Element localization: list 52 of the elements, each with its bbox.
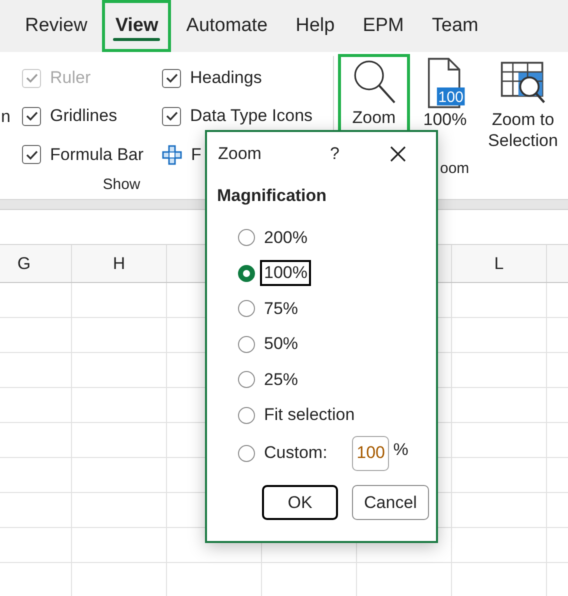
radio-button[interactable] (238, 264, 255, 282)
option-label[interactable]: 100% (260, 260, 312, 286)
ribbon-tab[interactable]: Automate (173, 0, 281, 52)
option-label[interactable]: 25% (260, 366, 302, 393)
ribbon-item-label: n (1, 106, 12, 126)
percent-sign: % (393, 440, 408, 460)
ribbon-tab[interactable]: Team (418, 0, 492, 52)
close-icon[interactable] (390, 146, 406, 162)
radio-button[interactable] (238, 336, 255, 353)
checkbox[interactable] (162, 106, 181, 126)
checkmark-icon (26, 111, 38, 122)
dialog-button[interactable]: Cancel (352, 485, 429, 520)
section-heading: Magnification (217, 186, 328, 206)
ribbon-tab[interactable]: View (102, 0, 172, 52)
checkmark-icon (166, 111, 178, 122)
checkbox[interactable] (22, 145, 41, 164)
radio-button[interactable] (238, 371, 255, 388)
ribbon-item-label: F (191, 144, 202, 165)
checkbox-label: Data Type Icons (190, 106, 313, 126)
option-label[interactable]: Custom: (260, 440, 332, 466)
option-label[interactable]: 200% (260, 224, 312, 251)
column-header[interactable]: H (72, 245, 167, 282)
radio-button[interactable] (238, 229, 255, 246)
cross-grid-icon[interactable] (162, 144, 182, 165)
column-header[interactable]: L (452, 245, 547, 282)
checkmark-icon (26, 73, 38, 84)
ribbon-tab[interactable]: Help (282, 0, 348, 52)
zoom-button[interactable]: 100 100% (416, 54, 474, 136)
ribbon-tab[interactable]: EPM (350, 0, 417, 52)
checkbox-label: Headings (190, 68, 262, 88)
checkmark-icon (166, 73, 178, 84)
checkbox-label: Gridlines (50, 106, 118, 126)
option-label[interactable]: 50% (260, 331, 302, 358)
help-button[interactable]: ? (330, 144, 390, 164)
dialog-title: Zoom (218, 144, 262, 164)
group-label: oom (440, 160, 470, 176)
ribbon-tab[interactable]: Review (12, 0, 100, 52)
radio-button[interactable] (238, 300, 255, 318)
column-header[interactable]: G (0, 245, 72, 282)
checkbox[interactable] (22, 106, 41, 126)
checkbox[interactable] (162, 68, 181, 88)
option-label[interactable]: Fit selection (260, 402, 359, 428)
zoom-button[interactable]: Zoom to Selection (480, 54, 566, 156)
checkbox-label: Ruler (50, 68, 91, 88)
custom-zoom-field[interactable]: 100 (352, 436, 390, 470)
checkmark-icon (26, 150, 38, 160)
checkbox-label: Formula Bar (50, 144, 144, 165)
radio-button[interactable] (238, 406, 255, 424)
dialog-button[interactable]: OK (262, 485, 338, 520)
group-label: Show (102, 176, 140, 193)
option-label[interactable]: 75% (260, 296, 302, 322)
radio-button[interactable] (238, 444, 255, 462)
